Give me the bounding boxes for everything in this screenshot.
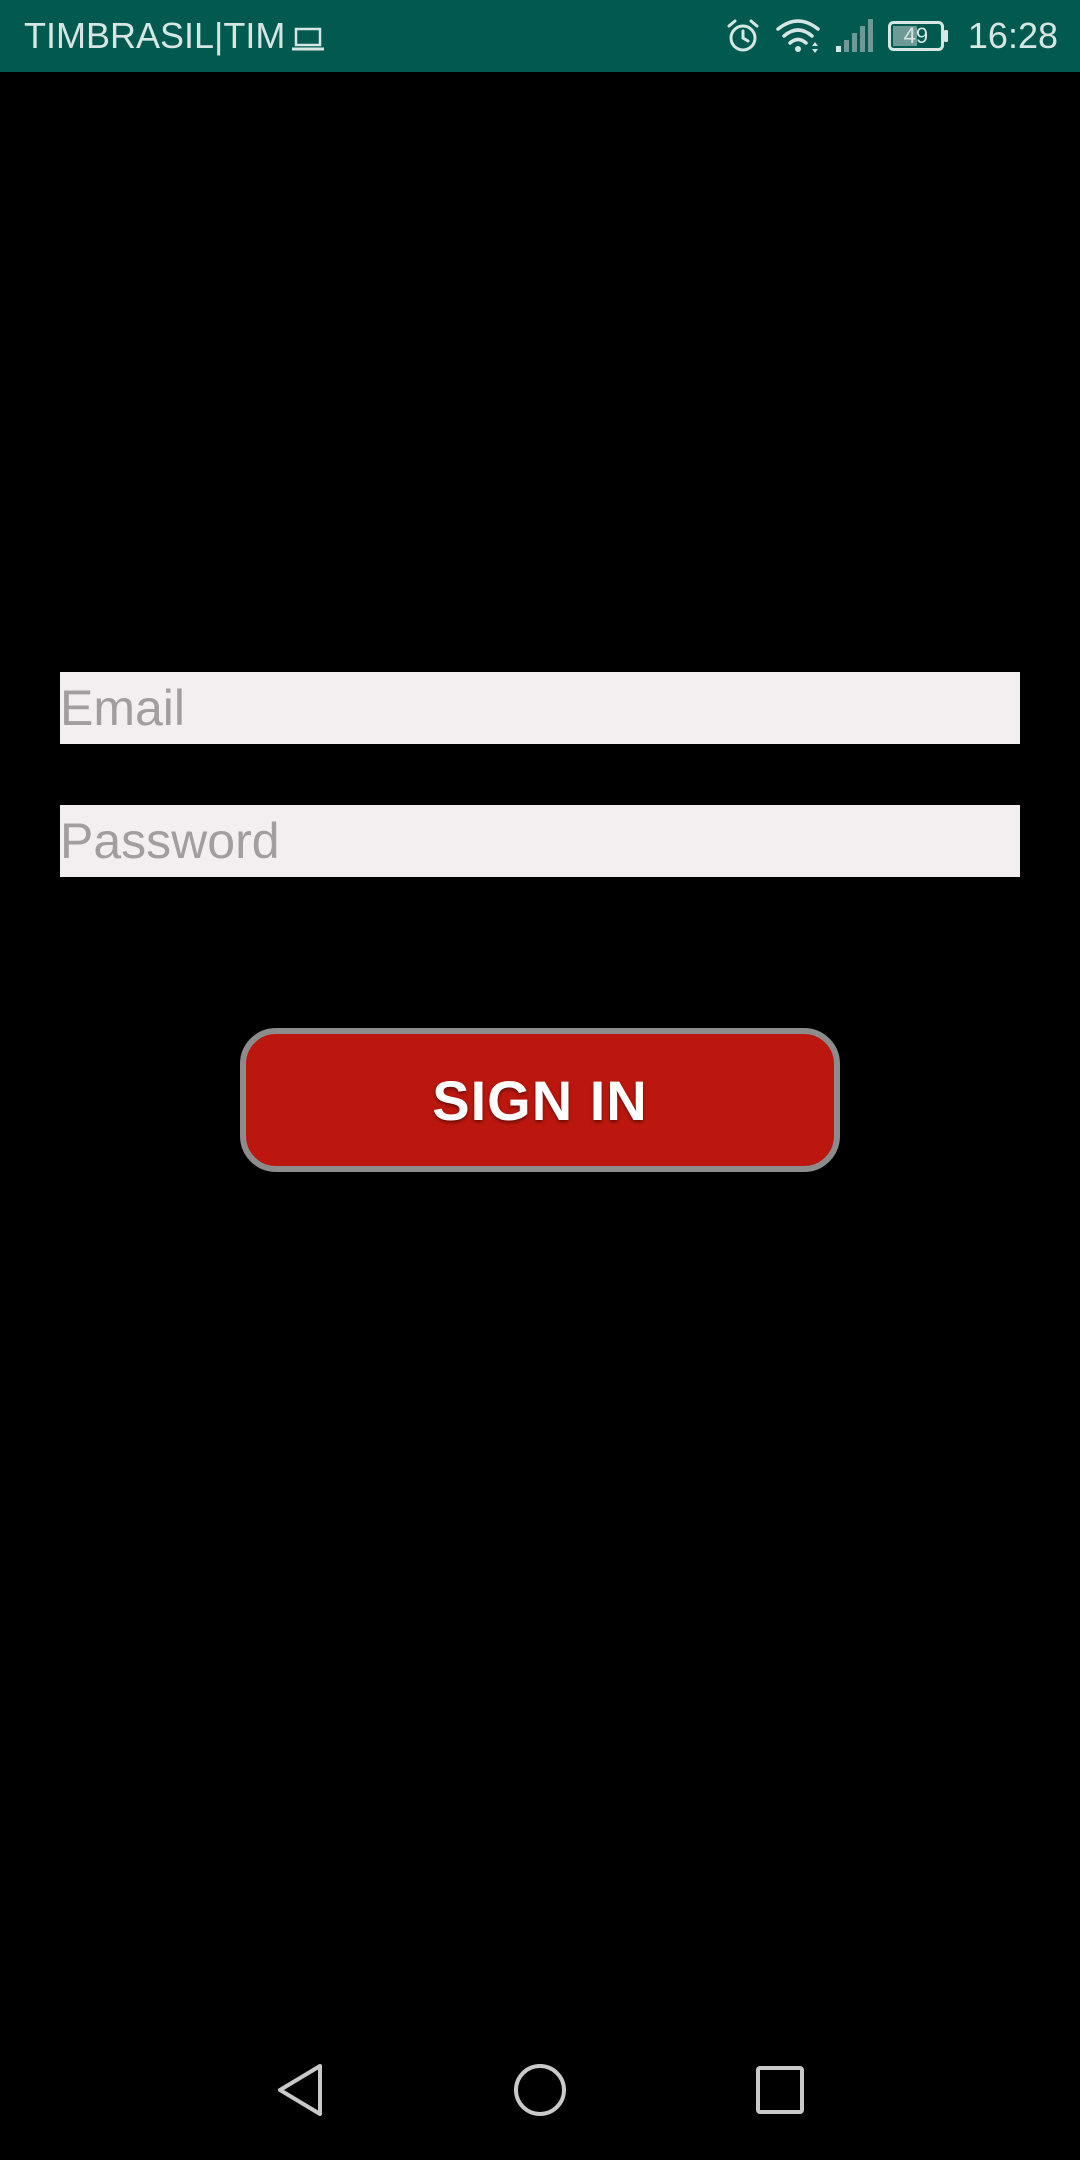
sign-in-button[interactable]: SIGN IN — [240, 1028, 840, 1172]
clock: 16:28 — [967, 15, 1058, 56]
navigation-bar — [0, 2024, 1080, 2160]
carrier-label: TIMBRASIL|TIM — [24, 15, 286, 56]
recents-button[interactable] — [740, 2052, 820, 2132]
signal-icon — [834, 18, 874, 54]
back-icon — [274, 2062, 326, 2123]
battery-icon: 49 — [887, 21, 950, 51]
alarm-icon — [724, 17, 762, 55]
password-field[interactable] — [60, 805, 1020, 877]
back-button[interactable] — [260, 2052, 340, 2132]
carrier: TIMBRASIL|TIM — [24, 0, 325, 72]
status-icons: 49 16:28 — [724, 0, 1058, 72]
recents-icon — [754, 2064, 806, 2121]
home-button[interactable] — [500, 2052, 580, 2132]
status-bar: TIMBRASIL|TIM 49 16:28 — [0, 0, 1080, 72]
wifi-icon — [776, 18, 820, 54]
laptop-icon — [291, 21, 325, 51]
battery-level: 49 — [903, 23, 929, 48]
email-field[interactable] — [60, 672, 1020, 744]
home-icon — [512, 2062, 568, 2123]
